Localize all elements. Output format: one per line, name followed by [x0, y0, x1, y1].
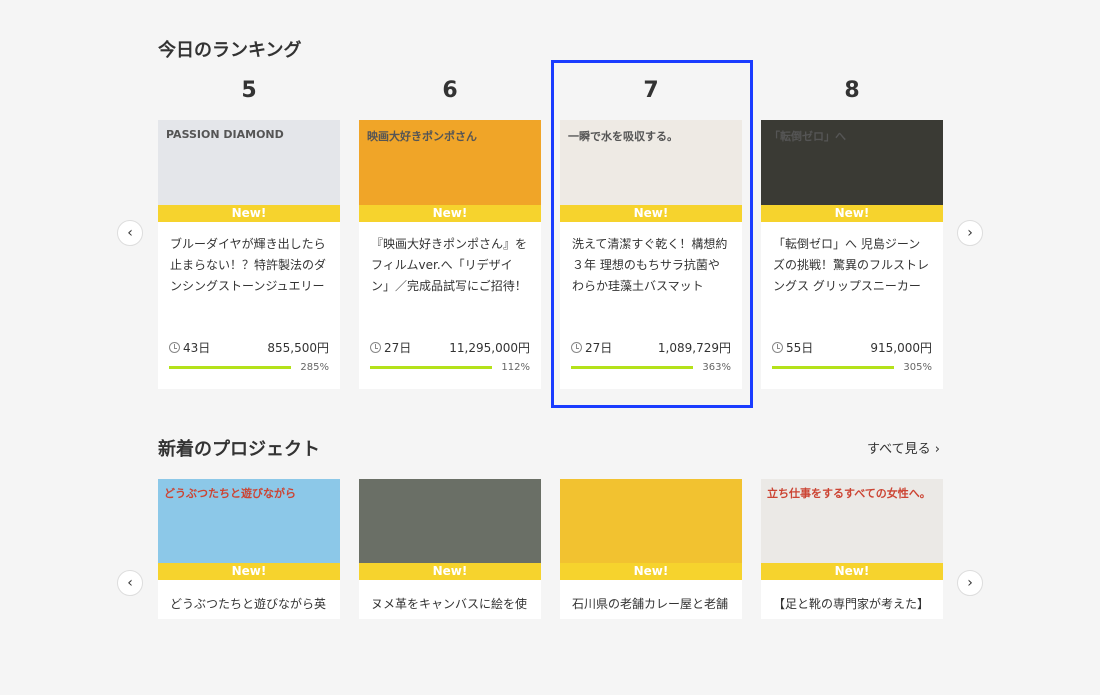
new-badge: New! — [560, 563, 742, 580]
new-badge: New! — [158, 205, 340, 222]
project-image: 映画大好きポンポさん New! — [359, 120, 541, 222]
project-image: PASSION DIAMOND New! — [158, 120, 340, 222]
ranking-card[interactable]: 映画大好きポンポさん New! 『映画大好きポンポさん』をフィルムver.へ「リ… — [359, 120, 541, 389]
chevron-left-icon: ‹ — [127, 225, 133, 241]
project-image: 「転倒ゼロ」へ New! — [761, 120, 943, 222]
new-projects-title: 新着のプロジェクト — [158, 439, 320, 460]
rank-number: 5 — [241, 78, 257, 103]
ranking-card[interactable]: 「転倒ゼロ」へ New! 「転倒ゼロ」へ 児島ジーンズの挑戦！驚異のフルストレン… — [761, 120, 943, 389]
percent: 285% — [300, 361, 329, 373]
rank-number: 7 — [643, 78, 659, 103]
project-title: 洗えて清潔すぐ乾く！構想約３年 理想のもちサラ抗菌やわらか珪藻土バスマット — [572, 237, 728, 293]
days-left: 27日 — [585, 340, 613, 355]
ranking-card[interactable]: PASSION DIAMOND New! ブルーダイヤが輝き出したら止まらない！… — [158, 120, 340, 389]
new-prev-button[interactable]: ‹ — [117, 570, 143, 596]
ranking-prev-button[interactable]: ‹ — [117, 220, 143, 246]
project-image: 立ち仕事をするすべての女性へ。 New! — [761, 479, 943, 580]
new-project-card[interactable]: どうぶつたちと遊びながら New! どうぶつたちと遊びながら英 — [158, 479, 340, 619]
project-image: 一瞬で水を吸収する。 New! — [560, 120, 742, 222]
new-badge: New! — [761, 563, 943, 580]
clock-icon — [571, 341, 582, 353]
image-caption: どうぶつたちと遊びながら — [164, 487, 296, 500]
project-title: 『映画大好きポンポさん』をフィルムver.へ「リデザイン」／完成品試写にご招待！ — [371, 237, 528, 293]
clock-icon — [772, 341, 783, 353]
image-caption: 立ち仕事をするすべての女性へ。 — [767, 487, 931, 500]
ranking-next-button[interactable]: › — [957, 220, 983, 246]
new-badge: New! — [359, 205, 541, 222]
image-caption: 「転倒ゼロ」へ — [769, 130, 846, 143]
new-project-card[interactable]: New! ヌメ革をキャンバスに絵を使 — [359, 479, 541, 619]
amount: 1,089,729円 — [657, 340, 731, 355]
rank-number: 6 — [442, 78, 458, 103]
amount: 915,000円 — [870, 340, 932, 355]
image-caption: 映画大好きポンポさん — [367, 130, 477, 143]
image-caption — [359, 479, 541, 491]
progress-bar — [169, 365, 291, 369]
see-all-link[interactable]: すべて見る › — [867, 438, 940, 457]
image-caption — [560, 479, 742, 491]
progress-bar — [571, 365, 693, 369]
project-title: ヌメ革をキャンバスに絵を使 — [371, 597, 528, 611]
project-title: ブルーダイヤが輝き出したら止まらない！？特許製法のダンシングストーンジュエリー — [170, 237, 327, 293]
image-caption: PASSION DIAMOND — [166, 128, 284, 141]
new-project-card[interactable]: 立ち仕事をするすべての女性へ。 New! 【足と靴の専門家が考えた】 — [761, 479, 943, 619]
ranking-section-title: 今日のランキング — [158, 40, 302, 61]
chevron-right-icon: › — [967, 225, 973, 241]
project-title: 「転倒ゼロ」へ 児島ジーンズの挑戦！驚異のフルストレングス グリップスニーカー — [773, 237, 930, 293]
amount: 11,295,000円 — [449, 340, 530, 355]
percent: 363% — [702, 361, 731, 373]
see-all-label: すべて見る — [867, 442, 931, 457]
new-badge: New! — [359, 563, 541, 580]
new-next-button[interactable]: › — [957, 570, 983, 596]
progress-bar — [370, 365, 492, 369]
rank-number: 8 — [844, 78, 860, 103]
chevron-right-icon: › — [967, 575, 973, 591]
project-title: どうぶつたちと遊びながら英 — [170, 597, 327, 611]
new-badge: New! — [761, 205, 943, 222]
project-title: 石川県の老舗カレー屋と老舗 — [572, 597, 729, 611]
percent: 305% — [903, 361, 932, 373]
new-badge: New! — [560, 205, 742, 222]
amount: 855,500円 — [267, 340, 329, 355]
percent: 112% — [501, 361, 530, 373]
project-image: どうぶつたちと遊びながら New! — [158, 479, 340, 580]
clock-icon — [370, 341, 381, 353]
days-left: 27日 — [384, 340, 412, 355]
days-left: 43日 — [183, 340, 211, 355]
new-project-card[interactable]: New! 石川県の老舗カレー屋と老舗 — [560, 479, 742, 619]
project-image: New! — [560, 479, 742, 580]
project-title: 【足と靴の専門家が考えた】 — [773, 597, 930, 611]
image-caption: 一瞬で水を吸収する。 — [568, 130, 678, 143]
new-badge: New! — [158, 563, 340, 580]
project-image: New! — [359, 479, 541, 580]
days-left: 55日 — [786, 340, 814, 355]
progress-bar — [772, 365, 894, 369]
ranking-card[interactable]: 一瞬で水を吸収する。 New! 洗えて清潔すぐ乾く！構想約３年 理想のもちサラ抗… — [560, 120, 742, 389]
chevron-right-icon: › — [934, 442, 940, 457]
clock-icon — [169, 341, 180, 353]
chevron-left-icon: ‹ — [127, 575, 133, 591]
